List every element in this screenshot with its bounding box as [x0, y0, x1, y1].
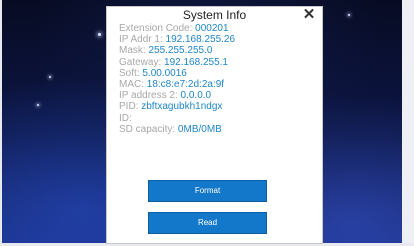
info-label: Extension Code:	[119, 23, 193, 34]
background-star	[348, 14, 350, 16]
info-row-sd-capacity: SD capacity: 0MB/0MB	[119, 124, 235, 135]
info-row-soft: Soft: 5.00.0016	[119, 68, 235, 79]
info-label: PID:	[119, 101, 139, 113]
info-label: MAC:	[119, 79, 144, 91]
format-button[interactable]: Format	[148, 180, 267, 202]
info-row-gateway: Gateway: 192.168.255.1	[119, 57, 235, 68]
info-value: 5.00.0016	[142, 67, 187, 79]
info-value: zbftxagubkh1ndgx	[141, 101, 223, 113]
info-value: 0.0.0.0	[180, 90, 212, 102]
background-star	[98, 33, 101, 36]
info-row-extension-code: Extension Code: 000201	[119, 23, 235, 34]
info-value: 000201	[195, 23, 229, 34]
info-row-mac: MAC: 18:c8:e7:2d:2a:9f	[119, 79, 235, 90]
info-value: 0MB/0MB	[177, 123, 222, 135]
info-row-ip-address-2: IP address 2: 0.0.0.0	[119, 90, 235, 101]
info-row-id: ID:	[119, 113, 235, 124]
info-label: IP Addr 1:	[119, 34, 163, 46]
system-info-dialog: System Info ✕ Extension Code: 000201 IP …	[106, 6, 323, 244]
screen-frame-right	[402, 0, 414, 246]
info-row-ip-addr-1: IP Addr 1: 192.168.255.26	[119, 34, 235, 45]
dialog-title: System Info	[182, 8, 247, 22]
read-button[interactable]: Read	[148, 212, 267, 234]
info-label: IP address 2:	[119, 90, 178, 102]
info-value: 192.168.255.26	[165, 34, 236, 46]
info-value: 18:c8:e7:2d:2a:9f	[146, 79, 225, 91]
info-row-mask: Mask: 255.255.255.0	[119, 45, 235, 56]
info-list: Extension Code: 000201 IP Addr 1: 192.16…	[119, 23, 235, 135]
screen-frame-left	[0, 0, 2, 246]
info-label: Mask:	[119, 45, 146, 57]
info-label: SD capacity:	[119, 123, 176, 135]
close-icon[interactable]: ✕	[300, 7, 318, 23]
info-label: Gateway:	[119, 56, 162, 68]
background-star	[49, 76, 51, 78]
info-value: 255.255.255.0	[148, 45, 213, 57]
info-label: Soft:	[119, 67, 140, 79]
background-star	[37, 104, 39, 106]
info-row-pid: PID: zbftxagubkh1ndgx	[119, 101, 235, 112]
info-value: 192.168.255.1	[164, 56, 228, 68]
info-label: ID:	[119, 112, 132, 124]
